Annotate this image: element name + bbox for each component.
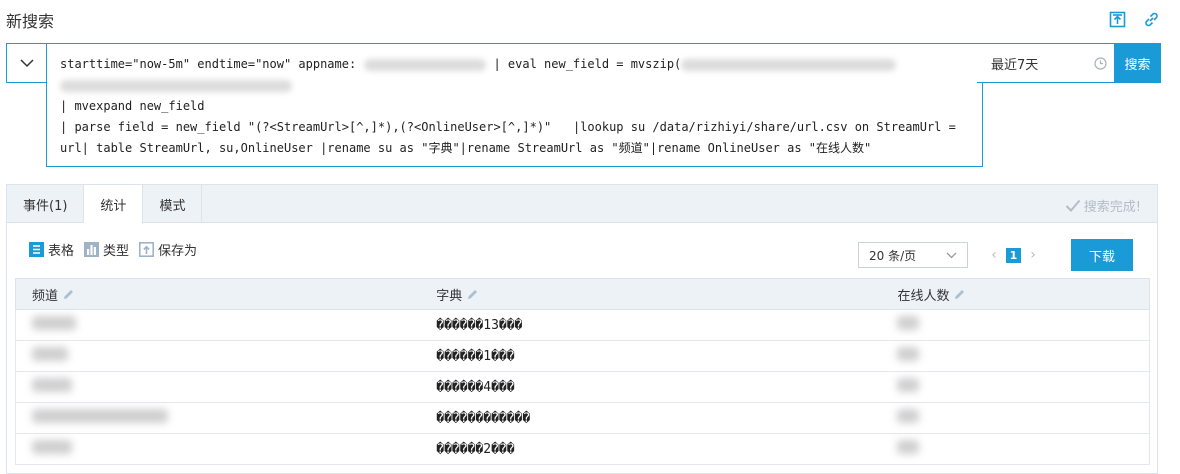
table-header: 频道 字典 在线人数 <box>15 278 1150 310</box>
top-actions <box>1108 10 1160 28</box>
column-header-label: 频道 <box>32 288 59 304</box>
query-line4: | parse field = new_field "(?<StreamUrl>… <box>60 120 956 134</box>
results-toolbar: 表格 类型 保存为 <box>29 240 197 259</box>
results-table: 频道 字典 在线人数 ������13��� ������1��� ������… <box>15 278 1150 465</box>
check-icon <box>1065 199 1081 212</box>
cell-dictionary: ������4��� <box>436 379 515 395</box>
redacted-value <box>897 378 920 392</box>
redacted-value <box>897 316 920 330</box>
cell-online-users <box>881 316 1149 334</box>
column-header-label: 在线人数 <box>897 288 950 304</box>
cell-channel <box>16 440 420 458</box>
chart-type-icon <box>84 242 100 257</box>
page-title: 新搜索 <box>6 12 55 31</box>
redacted-value <box>32 440 72 454</box>
time-range-label: 最近7天 <box>991 57 1039 73</box>
cell-channel <box>16 409 420 427</box>
cell-online-users <box>881 409 1149 427</box>
chart-type-label: 类型 <box>103 244 130 259</box>
time-range-select[interactable]: 最近7天 <box>977 43 1120 83</box>
column-header-dictionary[interactable]: 字典 <box>420 285 881 304</box>
results-tabs: 事件(1) 统计 模式 搜索完成! <box>7 185 1157 224</box>
table-row[interactable]: ������4��� <box>15 372 1150 403</box>
table-view-button[interactable]: 表格 <box>29 240 74 259</box>
cell-online-users <box>881 347 1149 365</box>
redacted-value <box>897 347 920 361</box>
chevron-down-icon <box>946 252 957 258</box>
page-size-label: 20 条/页 <box>869 248 917 263</box>
cell-channel <box>16 316 420 334</box>
prev-page-button[interactable]: ‹ <box>986 247 1002 263</box>
table-row[interactable]: ������1��� <box>15 341 1150 372</box>
tab-statistics[interactable]: 统计 <box>84 185 144 224</box>
edit-pencil-icon[interactable] <box>953 288 966 301</box>
edit-pencil-icon[interactable] <box>62 288 75 301</box>
current-page[interactable]: 1 <box>1006 247 1021 263</box>
redacted-value <box>32 316 76 330</box>
redacted-value <box>32 378 72 392</box>
table-view-label: 表格 <box>48 244 75 259</box>
save-as-label: 保存为 <box>158 244 198 259</box>
next-page-button[interactable]: › <box>1025 247 1041 263</box>
cell-dictionary: ������������ <box>436 410 531 426</box>
search-button[interactable]: 搜索 <box>1114 43 1161 83</box>
edit-pencil-icon[interactable] <box>466 288 479 301</box>
cell-channel <box>16 347 420 365</box>
redacted-value <box>897 409 920 423</box>
chevron-down-icon <box>19 58 34 67</box>
query-line5: url| table StreamUrl, su,OnlineUser |ren… <box>60 141 872 155</box>
expand-query-button[interactable] <box>6 43 46 83</box>
redacted-value <box>32 347 68 361</box>
redacted-fields <box>681 58 897 71</box>
query-line1-b: | eval new_field = mvszip( <box>486 57 682 71</box>
table-icon <box>29 242 44 257</box>
query-line3: | mvexpand new_field <box>60 99 205 113</box>
table-row[interactable]: ������13��� <box>15 310 1150 341</box>
pagination: 20 条/页 ‹ 1 › <box>858 242 1041 268</box>
search-status: 搜索完成! <box>1065 196 1141 215</box>
tab-events[interactable]: 事件(1) <box>7 185 85 223</box>
query-line1-a: starttime="now-5m" endtime="now" appname… <box>60 57 357 71</box>
cell-online-users <box>881 378 1149 396</box>
query-input[interactable]: starttime="now-5m" endtime="now" appname… <box>46 43 983 167</box>
cell-channel <box>16 378 420 396</box>
search-status-label: 搜索完成! <box>1083 200 1141 215</box>
clock-icon <box>1094 56 1107 70</box>
results-panel: 事件(1) 统计 模式 搜索完成! 表格 类型 保存为 20 条/页 ‹ 1 ›… <box>6 184 1158 474</box>
redacted-value <box>897 440 920 454</box>
search-bar: starttime="now-5m" endtime="now" appname… <box>6 43 1161 167</box>
cell-dictionary: ������13��� <box>436 317 523 333</box>
page-size-select[interactable]: 20 条/页 <box>858 242 968 268</box>
export-icon[interactable] <box>1108 10 1126 28</box>
table-row[interactable]: ������������ <box>15 403 1150 434</box>
download-button[interactable]: 下载 <box>1071 239 1133 271</box>
redacted-value <box>32 409 168 423</box>
cell-online-users <box>881 440 1149 458</box>
redacted-fields-2 <box>60 79 292 92</box>
table-row[interactable]: ������2��� <box>15 434 1150 465</box>
column-header-channel[interactable]: 频道 <box>16 285 420 304</box>
cell-dictionary: ������2��� <box>436 441 515 457</box>
column-header-label: 字典 <box>436 288 463 304</box>
chart-type-button[interactable]: 类型 <box>84 240 129 259</box>
link-icon[interactable] <box>1142 10 1160 28</box>
column-header-online-users[interactable]: 在线人数 <box>881 285 1149 304</box>
cell-dictionary: ������1��� <box>436 348 515 364</box>
tab-patterns[interactable]: 模式 <box>143 185 203 223</box>
save-icon <box>139 242 155 257</box>
redacted-appname <box>364 58 487 71</box>
save-as-button[interactable]: 保存为 <box>139 240 197 259</box>
